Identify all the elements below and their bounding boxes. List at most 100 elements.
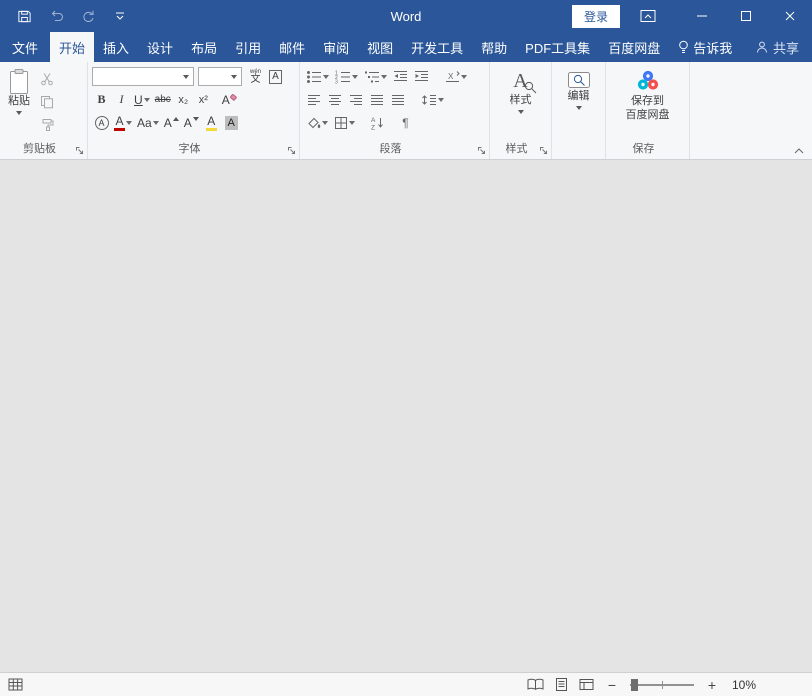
zoom-slider-handle[interactable] [631, 679, 638, 691]
sort-icon: AZ [370, 116, 384, 130]
sort-button[interactable]: AZ [367, 113, 386, 133]
zoom-slider[interactable] [630, 684, 694, 686]
tab-review[interactable]: 审阅 [314, 32, 358, 62]
person-icon [755, 40, 769, 54]
print-layout-icon[interactable] [555, 677, 568, 692]
asian-layout-icon: X [445, 70, 460, 83]
tab-references[interactable]: 引用 [226, 32, 270, 62]
zoom-level[interactable]: 10% [730, 678, 756, 692]
paragraph-group-label: 段落 [304, 141, 485, 159]
close-button[interactable] [768, 0, 812, 32]
show-marks-button[interactable]: ¶ [396, 113, 415, 133]
save-to-baidu-button[interactable]: 保存到 百度网盘 [622, 65, 674, 141]
share-button[interactable]: 共享 [746, 32, 808, 62]
numbered-list-button[interactable]: 123 [333, 67, 360, 87]
collapse-ribbon-icon[interactable] [793, 147, 805, 155]
tab-design[interactable]: 设计 [138, 32, 182, 62]
italic-button[interactable]: I [112, 90, 131, 110]
tab-developer[interactable]: 开发工具 [402, 32, 472, 62]
font-size-select[interactable] [198, 67, 242, 86]
zoom-out-button[interactable]: − [605, 678, 619, 692]
clipboard-icon [8, 68, 30, 95]
ribbon-tabs: 文件 开始 插入 设计 布局 引用 邮件 审阅 视图 开发工具 帮助 PDF工具… [0, 32, 812, 62]
strikethrough-button[interactable]: abc [153, 90, 173, 110]
paste-dropdown-icon [16, 111, 22, 115]
tell-me-button[interactable]: 告诉我 [669, 32, 741, 62]
tab-help[interactable]: 帮助 [472, 32, 516, 62]
font-size-dropdown-icon [231, 75, 237, 79]
grow-font-button[interactable]: A [162, 113, 181, 133]
shading-button[interactable] [304, 113, 330, 133]
maximize-button[interactable] [724, 0, 768, 32]
styles-icon: A [513, 68, 527, 94]
save-icon[interactable] [14, 6, 34, 26]
clipboard-dialog-launcher-icon[interactable] [74, 145, 85, 156]
tab-home[interactable]: 开始 [50, 32, 94, 62]
read-mode-icon[interactable] [527, 678, 544, 691]
styles-dialog-launcher-icon[interactable] [538, 145, 549, 156]
justify-button[interactable] [367, 90, 386, 110]
status-grid-icon[interactable] [8, 678, 23, 691]
font-name-select[interactable] [92, 67, 194, 86]
text-highlight-button[interactable]: A [202, 113, 221, 133]
undo-icon[interactable] [46, 6, 66, 26]
tab-insert[interactable]: 插入 [94, 32, 138, 62]
tab-view[interactable]: 视图 [358, 32, 402, 62]
character-border-button[interactable]: A [266, 67, 285, 87]
align-left-button[interactable] [304, 90, 323, 110]
lightbulb-icon [678, 40, 689, 55]
distribute-button[interactable] [388, 90, 407, 110]
copy-icon[interactable] [37, 92, 56, 112]
tab-mailings[interactable]: 邮件 [270, 32, 314, 62]
align-center-button[interactable] [325, 90, 344, 110]
bullet-list-icon [306, 70, 322, 84]
sign-in-button[interactable]: 登录 [572, 5, 620, 28]
increase-indent-button[interactable] [412, 67, 431, 87]
edit-button[interactable]: 编辑 [563, 65, 595, 141]
underline-button[interactable]: U [132, 90, 152, 110]
enclose-character-button[interactable]: A [92, 113, 111, 133]
web-layout-icon[interactable] [579, 678, 594, 691]
statusbar-right: − + 10% [527, 677, 804, 692]
baidu-netdisk-icon [635, 68, 661, 95]
font-color-button[interactable]: A [112, 113, 134, 133]
numbered-list-icon: 123 [335, 70, 351, 84]
tab-pdf-tools[interactable]: PDF工具集 [516, 32, 599, 62]
cut-icon[interactable] [37, 69, 56, 89]
paragraph-dialog-launcher-icon[interactable] [476, 145, 487, 156]
redo-icon[interactable] [78, 6, 98, 26]
increase-indent-icon [414, 70, 429, 83]
zoom-in-button[interactable]: + [705, 678, 719, 692]
paste-label: 粘贴 [8, 95, 30, 109]
bold-button[interactable]: B [92, 90, 111, 110]
asian-layout-button[interactable]: X [443, 67, 469, 87]
styles-label: 样式 [510, 94, 532, 108]
format-painter-icon[interactable] [37, 115, 56, 135]
customize-qat-icon[interactable] [110, 6, 130, 26]
bullet-list-button[interactable] [304, 67, 331, 87]
subscript-button[interactable]: x₂ [174, 90, 193, 110]
font-dialog-launcher-icon[interactable] [286, 145, 297, 156]
tab-baidu-netdisk[interactable]: 百度网盘 [599, 32, 669, 62]
document-area[interactable] [0, 160, 812, 672]
multilevel-list-button[interactable] [362, 67, 389, 87]
decrease-indent-button[interactable] [391, 67, 410, 87]
shrink-font-button[interactable]: A [182, 113, 201, 133]
clear-formatting-button[interactable]: A [220, 90, 240, 110]
text-highlight-icon: A [206, 115, 217, 131]
align-right-button[interactable] [346, 90, 365, 110]
tab-file[interactable]: 文件 [0, 32, 50, 62]
superscript-button[interactable]: x² [194, 90, 213, 110]
ribbon-display-options-icon[interactable] [638, 6, 658, 26]
styles-button[interactable]: A 样式 [506, 65, 536, 141]
character-shading-button[interactable]: A [222, 113, 241, 133]
change-case-button[interactable]: Aa [135, 113, 161, 133]
tab-layout[interactable]: 布局 [182, 32, 226, 62]
svg-text:3: 3 [335, 79, 338, 84]
borders-button[interactable] [332, 113, 357, 133]
phonetic-guide-button[interactable]: wén 文 [246, 67, 265, 87]
paste-button[interactable]: 粘贴 [4, 65, 34, 141]
line-spacing-button[interactable] [419, 90, 446, 110]
decrease-indent-icon [393, 70, 408, 83]
minimize-button[interactable] [680, 0, 724, 32]
